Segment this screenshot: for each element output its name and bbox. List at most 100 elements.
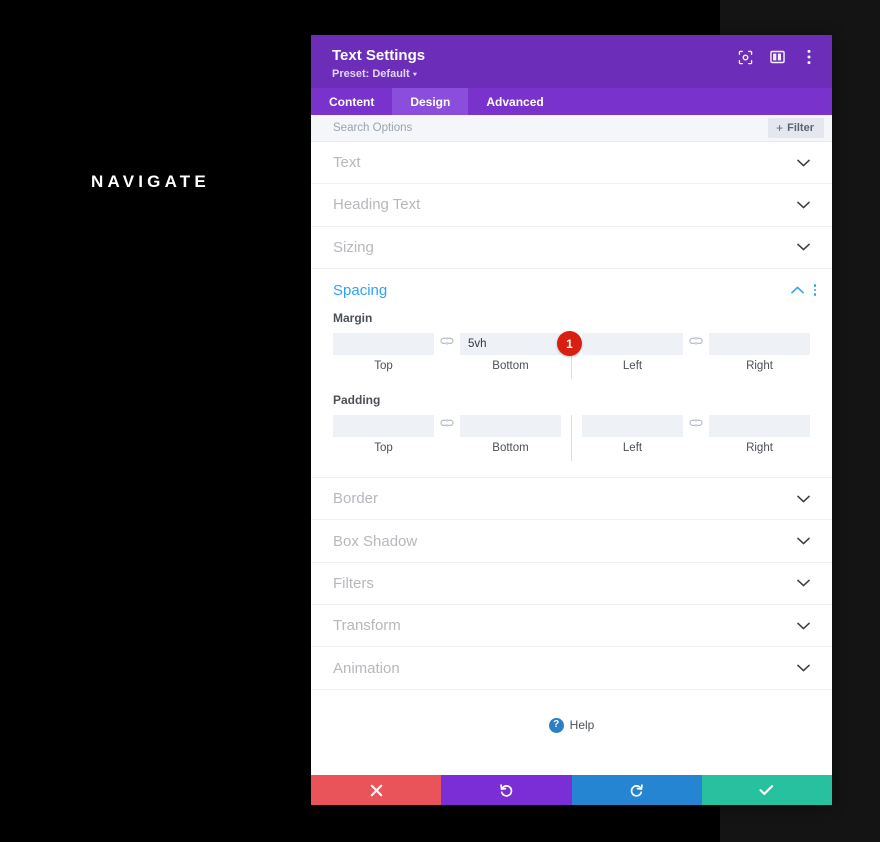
search-row: + Filter — [311, 115, 832, 142]
section-label: Border — [333, 490, 379, 508]
page-headline: NAVIGATE — [91, 172, 210, 191]
section-label: Animation — [333, 659, 400, 677]
section-animation[interactable]: Animation — [311, 647, 832, 690]
more-vertical-icon[interactable] — [800, 48, 818, 66]
margin-right-label: Right — [746, 360, 773, 373]
margin-top-cell: Top — [333, 333, 434, 372]
padding-group-label: Padding — [333, 393, 381, 408]
modal-body: Text Heading Text Sizing Spacing Margin … — [311, 142, 832, 775]
chevron-down-icon — [797, 622, 810, 630]
chevron-down-icon: ▼ — [411, 71, 419, 78]
margin-left-cell: Left — [582, 333, 683, 372]
margin-right-cell: Right — [709, 333, 810, 372]
margin-top-input[interactable] — [333, 333, 434, 356]
tab-content[interactable]: Content — [311, 88, 392, 115]
undo-button[interactable] — [441, 775, 572, 805]
margin-group-label: Margin — [333, 311, 373, 326]
undo-icon — [500, 783, 513, 797]
redo-button[interactable] — [571, 775, 702, 805]
preset-label: Preset: Default — [332, 68, 410, 80]
section-label: Text — [333, 154, 361, 172]
padding-left-cell: Left — [582, 415, 683, 454]
section-label: Box Shadow — [333, 532, 418, 550]
section-text[interactable]: Text — [311, 142, 832, 185]
help-label[interactable]: Help — [570, 718, 595, 732]
chevron-down-icon — [797, 495, 810, 503]
margin-bottom-cell: Bottom — [460, 333, 561, 372]
padding-bottom-label: Bottom — [492, 442, 529, 455]
padding-left-right-pair: Left Right — [582, 415, 810, 454]
padding-right-cell: Right — [709, 415, 810, 454]
margin-right-input[interactable] — [709, 333, 810, 356]
section-transform[interactable]: Transform — [311, 605, 832, 648]
margin-bottom-input[interactable] — [460, 333, 561, 356]
modal-footer — [311, 775, 832, 805]
help-icon[interactable]: ? — [548, 717, 564, 733]
padding-top-bottom-pair: Top Bottom — [333, 415, 561, 454]
cancel-button[interactable] — [311, 775, 442, 805]
spacing-section-body: Margin Top 5vh Bottom Left Right 1 Paddi… — [311, 311, 832, 479]
save-button[interactable] — [701, 775, 832, 805]
chevron-down-icon — [797, 579, 810, 587]
section-filters[interactable]: Filters — [311, 563, 832, 606]
margin-field-row: Top Bottom — [333, 331, 810, 380]
section-box-shadow[interactable]: Box Shadow — [311, 520, 832, 563]
section-label: Heading Text — [333, 196, 421, 214]
help-row: ? Help — [311, 690, 832, 733]
padding-top-input[interactable] — [333, 415, 434, 438]
modal-header: Text Settings Preset: Default▼ — [311, 35, 832, 88]
chevron-down-icon — [797, 201, 810, 209]
padding-bottom-input[interactable] — [460, 415, 561, 438]
chevron-down-icon — [797, 664, 810, 672]
focus-icon[interactable] — [736, 48, 754, 66]
section-label: Sizing — [333, 238, 374, 256]
padding-left-label: Left — [622, 442, 643, 455]
field-divider — [571, 415, 572, 462]
margin-vertical-link-icon[interactable] — [434, 333, 460, 346]
chevron-down-icon — [797, 159, 810, 167]
margin-top-bottom-pair: Top Bottom — [333, 333, 561, 372]
padding-right-input[interactable] — [709, 415, 810, 438]
section-heading-text[interactable]: Heading Text — [311, 184, 832, 227]
margin-left-input[interactable] — [582, 333, 683, 356]
section-spacing-controls — [790, 284, 816, 296]
chevron-up-icon[interactable] — [790, 286, 804, 294]
padding-right-label: Right — [746, 442, 773, 455]
redo-icon — [630, 783, 643, 797]
margin-left-right-pair: Left Right — [582, 333, 810, 372]
padding-field-row: Top Bottom Left Right — [333, 415, 810, 462]
layout-panel-icon[interactable] — [768, 48, 786, 66]
section-label: Spacing — [333, 281, 388, 299]
text-settings-modal: Text Settings Preset: Default▼ Content D… — [311, 35, 832, 805]
search-input[interactable] — [333, 122, 769, 134]
margin-bottom-label: Bottom — [492, 360, 529, 373]
margin-top-label: Top — [374, 360, 393, 373]
padding-horizontal-link-icon[interactable] — [683, 415, 709, 428]
close-icon — [370, 784, 382, 796]
filter-button[interactable]: + Filter — [768, 118, 824, 138]
section-sizing[interactable]: Sizing — [311, 227, 832, 269]
filter-label: Filter — [787, 122, 814, 134]
padding-left-input[interactable] — [582, 415, 683, 438]
section-label: Filters — [333, 574, 374, 592]
padding-vertical-link-icon[interactable] — [434, 415, 460, 428]
section-spacing-header[interactable]: Spacing — [311, 269, 832, 311]
tab-advanced[interactable]: Advanced — [468, 88, 561, 115]
modal-tabs: Content Design Advanced — [311, 88, 832, 115]
page-root: NAVIGATE Text Settings Preset: Default▼ — [0, 0, 880, 842]
section-label: Transform — [333, 617, 401, 635]
check-icon — [759, 785, 774, 795]
plus-icon: + — [776, 121, 784, 135]
section-border[interactable]: Border — [311, 478, 832, 521]
tab-design[interactable]: Design — [392, 88, 469, 115]
padding-bottom-cell: Bottom — [460, 415, 561, 454]
more-vertical-icon[interactable] — [813, 284, 816, 296]
margin-left-label: Left — [622, 360, 643, 373]
preset-selector[interactable]: Preset: Default▼ — [332, 68, 812, 80]
padding-top-cell: Top — [333, 415, 434, 454]
header-icon-group — [736, 48, 818, 66]
status-badge: 1 — [557, 331, 582, 357]
chevron-down-icon — [797, 537, 810, 545]
chevron-down-icon — [797, 243, 810, 251]
margin-horizontal-link-icon[interactable] — [683, 333, 709, 346]
